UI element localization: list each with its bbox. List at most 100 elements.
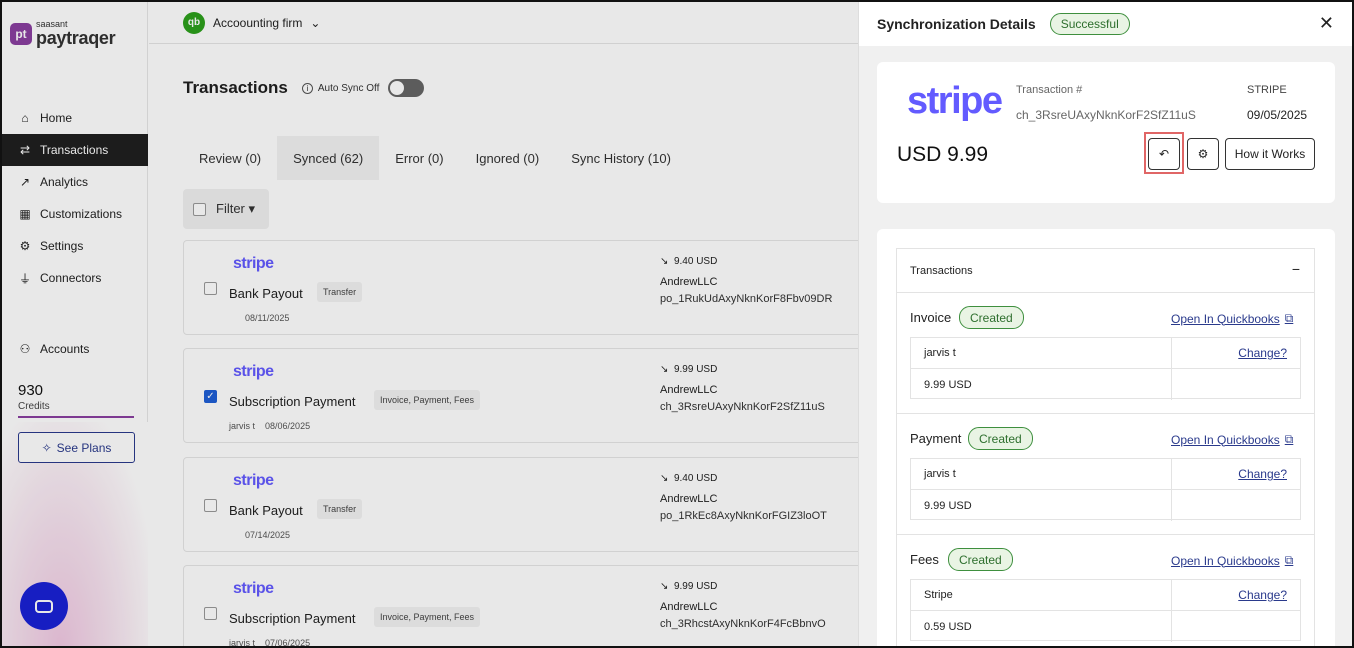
app-window: pt saasant paytraqer ⌂ Home ⇄ Transactions… — [0, 0, 1354, 648]
stripe-logo: stripe — [233, 363, 274, 380]
sidebar-item-label: Accounts — [40, 342, 90, 356]
sidebar-item-customizations[interactable]: ▦ Customizations — [2, 198, 148, 230]
sidebar-item-label: Settings — [40, 239, 84, 253]
sidebar-item-connectors[interactable]: ⏚ Connectors — [2, 262, 148, 294]
see-plans-button[interactable]: ✧ See Plans — [18, 432, 135, 463]
section-amount: 9.99 USD — [911, 369, 1172, 400]
transaction-ref: ch_3RhcstAxyNknKorF4FcBbnvO — [660, 618, 826, 630]
how-it-works-button[interactable]: How it Works — [1225, 138, 1315, 170]
transaction-total: USD 9.99 — [897, 143, 989, 166]
filter-button[interactable]: Filter ▾ — [216, 201, 255, 217]
arrow-down-right-icon: ↘ — [660, 581, 669, 592]
sparkle-icon: ✧ — [41, 440, 52, 455]
transaction-amount: ↘ 9.40 USD — [660, 256, 718, 267]
customer-name: jarvis t — [911, 459, 1172, 489]
row-checkbox[interactable] — [204, 282, 217, 295]
transaction-customer: AndrewLLC — [660, 493, 718, 505]
row-checkbox[interactable]: ✓ — [204, 390, 217, 403]
tab-bar: Review (0) Synced (62) Error (0) Ignored… — [183, 136, 687, 180]
open-in-quickbooks-link[interactable]: Open In Quickbooks ⧉ — [1171, 311, 1293, 326]
sidebar-item-label: Analytics — [40, 175, 89, 189]
sidebar-item-home[interactable]: ⌂ Home — [2, 102, 148, 134]
accordion-title: Transactions — [910, 264, 973, 277]
change-link[interactable]: Change? — [1172, 338, 1300, 368]
company-selector[interactable]: Accoounting firm — [213, 16, 302, 30]
transaction-card[interactable]: stripe Bank Payout Transfer 08/11/2025 ↘… — [183, 240, 883, 335]
arrow-down-right-icon: ↘ — [660, 364, 669, 375]
logo-name: paytraqer — [36, 28, 116, 48]
transaction-card[interactable]: ✓ stripe Subscription Payment Invoice, P… — [183, 348, 883, 443]
sidebar-item-settings[interactable]: ⚙ Settings — [2, 230, 148, 262]
grid-icon: ▦ — [19, 207, 31, 221]
tab-review[interactable]: Review (0) — [183, 136, 277, 180]
select-all-checkbox[interactable] — [193, 202, 206, 216]
chat-button[interactable] — [20, 582, 68, 630]
tab-ignored[interactable]: Ignored (0) — [460, 136, 556, 180]
auto-sync-label: Auto Sync Off — [317, 82, 380, 94]
sidebar-item-transactions[interactable]: ⇄ Transactions — [2, 134, 148, 166]
transaction-customer: AndrewLLC — [660, 601, 718, 613]
panel-title: Synchronization Details — [877, 16, 1036, 32]
fees-section: Fees Created Open In Quickbooks ⧉ Stripe C… — [897, 535, 1314, 646]
change-link[interactable]: Change? — [1172, 580, 1300, 610]
transaction-date: 07/14/2025 — [245, 530, 291, 540]
close-icon[interactable]: ✕ — [1319, 13, 1334, 34]
transaction-ref: po_1RukUdAxyNknKorF8Fbv09DR — [660, 293, 833, 305]
topbar: qb Accoounting firm ⌄ — [149, 2, 858, 44]
transaction-customer: AndrewLLC — [660, 276, 718, 288]
status-badge: Created — [948, 548, 1013, 571]
transaction-ref: po_1RkEc8AxyNknKorFGIZ3loOT — [660, 510, 827, 522]
chart-line-icon: ↗ — [19, 175, 31, 189]
transaction-title: Bank Payout — [229, 503, 303, 518]
sidebar-item-analytics[interactable]: ↗ Analytics — [2, 166, 148, 198]
sidebar-item-label: Connectors — [40, 271, 102, 285]
transaction-tag: Invoice, Payment, Fees — [374, 607, 481, 627]
open-in-quickbooks-link[interactable]: Open In Quickbooks ⧉ — [1171, 432, 1293, 447]
open-in-quickbooks-link[interactable]: Open In Quickbooks ⧉ — [1171, 553, 1293, 568]
arrow-down-right-icon: ↘ — [660, 256, 669, 267]
transaction-card[interactable]: stripe Subscription Payment Invoice, Pay… — [183, 565, 883, 646]
transaction-date: 09/05/2025 — [1247, 108, 1308, 122]
sync-details-panel: Synchronization Details Successful ✕ str… — [858, 2, 1352, 646]
tab-error[interactable]: Error (0) — [379, 136, 459, 180]
transaction-tag: Transfer — [317, 499, 363, 519]
customer-name: jarvis t — [911, 338, 1172, 368]
tab-synced[interactable]: Synced (62) — [277, 136, 380, 180]
auto-sync-toggle[interactable] — [388, 79, 425, 97]
transaction-title: Subscription Payment — [229, 394, 356, 409]
see-plans-label: See Plans — [56, 440, 112, 455]
chevron-down-icon[interactable]: ⌄ — [310, 16, 320, 30]
status-badge: Created — [968, 427, 1033, 450]
transaction-number-label: Transaction # — [1016, 84, 1083, 96]
credits-bar — [18, 416, 134, 418]
change-link[interactable]: Change? — [1172, 459, 1300, 489]
section-table: jarvis t Change? 9.99 USD — [910, 458, 1301, 521]
transaction-title: Subscription Payment — [229, 611, 356, 626]
section-title: Invoice — [910, 310, 952, 325]
main-content: qb Accoounting firm ⌄ Transactions i Aut… — [149, 2, 883, 646]
credits-widget: 930 Credits — [18, 382, 134, 418]
payment-section: Payment Created Open In Quickbooks ⧉ jarv… — [897, 414, 1314, 535]
accordion-header[interactable]: Transactions − — [897, 249, 1314, 293]
home-icon: ⌂ — [21, 111, 29, 125]
app-logo[interactable]: pt saasant paytraqer — [10, 20, 116, 48]
sidebar: pt saasant paytraqer ⌂ Home ⇄ Transactions… — [2, 2, 148, 646]
row-checkbox[interactable] — [204, 499, 217, 512]
sidebar-item-label: Transactions — [40, 143, 109, 157]
undo-button[interactable]: ↶ — [1148, 138, 1180, 170]
settings-button[interactable]: ⚙ — [1187, 138, 1219, 170]
arrow-down-right-icon: ↘ — [660, 473, 669, 484]
transaction-card[interactable]: stripe Bank Payout Transfer 07/14/2025 ↘… — [183, 457, 883, 552]
transaction-date: 08/11/2025 — [245, 313, 290, 323]
filter-bar: Filter ▾ — [183, 189, 269, 229]
users-icon: ⚇ — [19, 342, 31, 356]
info-icon[interactable]: i — [301, 82, 313, 94]
source-label: STRIPE — [1247, 84, 1287, 96]
row-checkbox[interactable] — [204, 607, 217, 620]
sidebar-item-label: Customizations — [40, 207, 123, 221]
tab-sync-history[interactable]: Sync History (10) — [555, 136, 687, 180]
gear-icon: ⚙ — [19, 239, 31, 253]
collapse-icon[interactable]: − — [1292, 261, 1300, 277]
sidebar-item-accounts[interactable]: ⚇ Accounts — [2, 333, 148, 365]
external-link-icon: ⧉ — [1284, 553, 1294, 567]
